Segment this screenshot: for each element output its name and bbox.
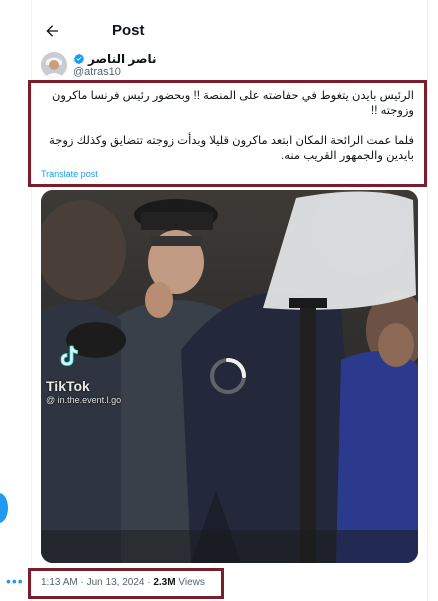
post-page: ••• Post ناصر الناصر @atras10 الرئيس باي… xyxy=(0,0,438,601)
translate-post-link[interactable]: Translate post xyxy=(41,169,98,179)
views-count: 2.3M xyxy=(153,577,176,588)
tweet-text-highlight: الرئيس بايدن يتغوط في حفاضته على المنصة … xyxy=(28,80,427,187)
compose-button[interactable] xyxy=(0,493,8,523)
more-icon[interactable]: ••• xyxy=(6,574,24,588)
tweet-paragraph: الرئيس بايدن يتغوط في حفاضته على المنصة … xyxy=(51,90,414,117)
post-meta-highlight: 1:13 AM · Jun 13, 2024 · 2.3M Views xyxy=(28,568,224,599)
avatar[interactable] xyxy=(41,52,67,78)
tiktok-logo-icon xyxy=(60,345,78,366)
tweet-text: الرئيس بايدن يتغوط في حفاضته على المنصة … xyxy=(41,89,414,164)
meta-separator: · xyxy=(80,577,84,588)
tweet-paragraph: فلما عمت الرائحة المكان ابتعد ماكرون قلي… xyxy=(49,135,414,162)
verified-badge-icon xyxy=(74,53,84,65)
video-player[interactable]: TikTok @ in.the.event.l.go xyxy=(41,190,418,563)
post-time[interactable]: 1:13 AM xyxy=(41,577,78,588)
tiktok-watermark: TikTok xyxy=(46,378,90,394)
tiktok-watermark-handle: @ in.the.event.l.go xyxy=(46,395,122,405)
column-divider-right xyxy=(427,0,428,601)
back-button[interactable] xyxy=(41,20,63,42)
loading-spinner-icon xyxy=(210,358,246,394)
arrow-left-icon xyxy=(46,25,58,37)
author-name[interactable]: ناصر الناصر xyxy=(88,52,157,66)
views-label: Views xyxy=(178,577,205,588)
author-handle[interactable]: @atras10 xyxy=(73,66,121,78)
page-title: Post xyxy=(112,22,145,39)
meta-separator: · xyxy=(147,577,151,588)
post-date[interactable]: Jun 13, 2024 xyxy=(87,577,145,588)
author-name-row[interactable]: ناصر الناصر xyxy=(73,52,157,66)
post-meta: 1:13 AM · Jun 13, 2024 · 2.3M Views xyxy=(41,577,205,588)
